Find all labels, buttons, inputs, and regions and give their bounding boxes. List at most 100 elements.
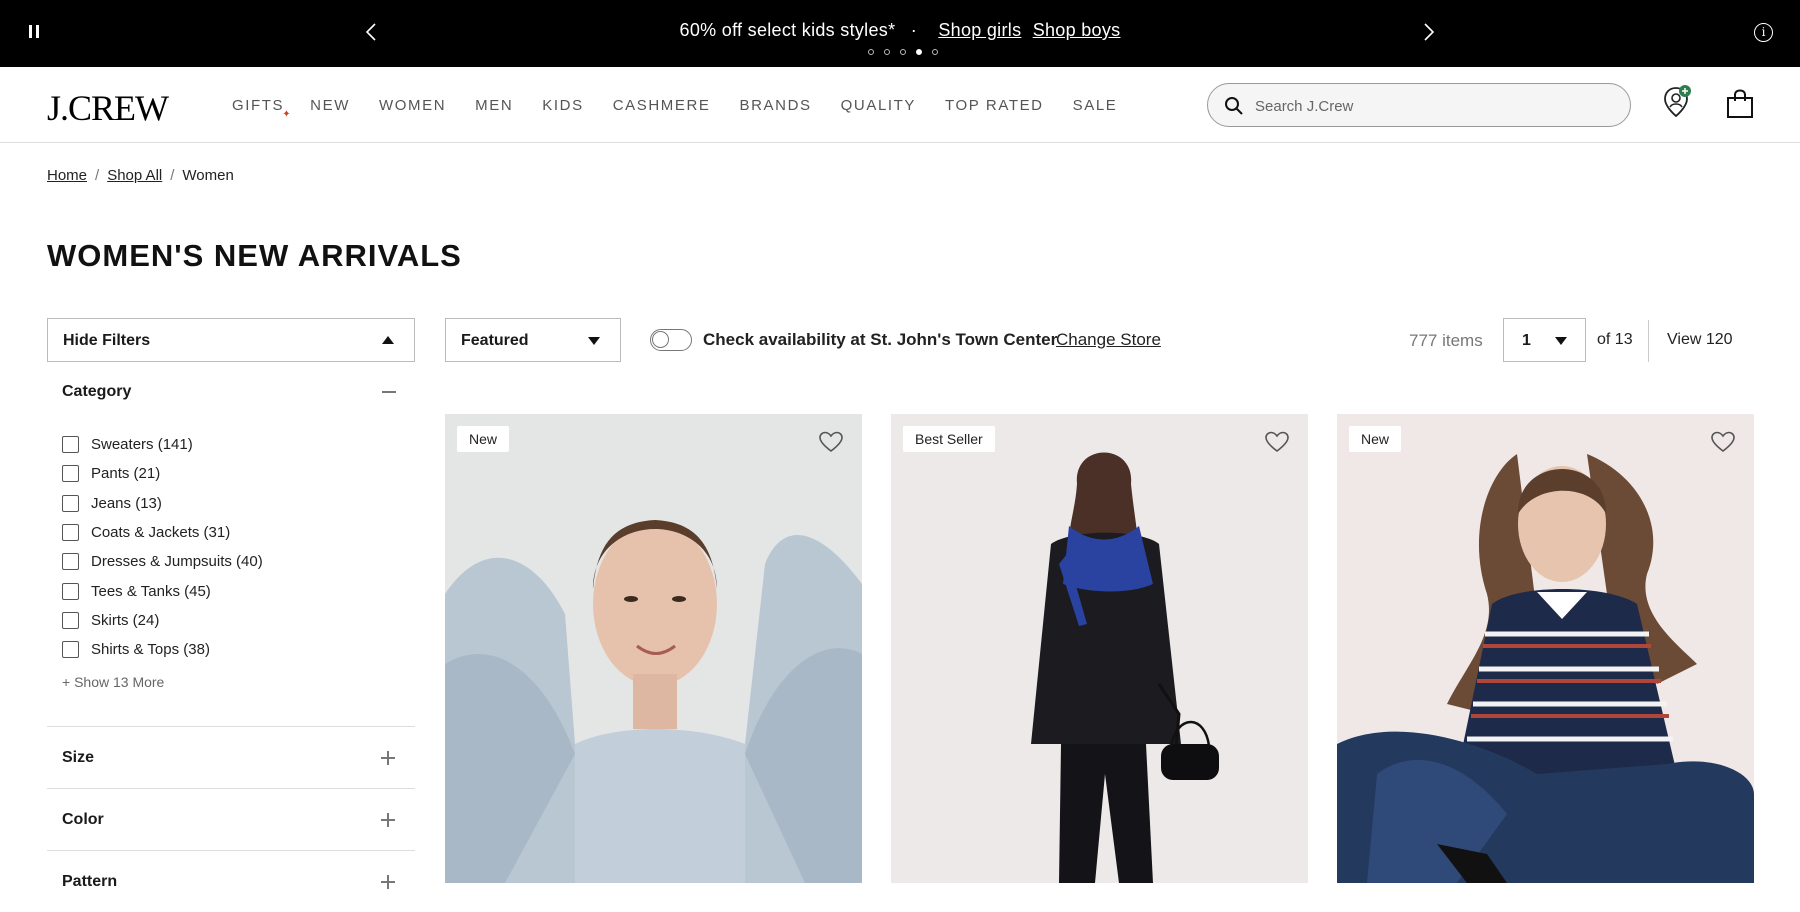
nav-cashmere[interactable]: CASHMERE — [613, 97, 711, 114]
category-option[interactable]: Shirts & Tops (38) — [62, 635, 263, 664]
product-image[interactable] — [1337, 414, 1754, 883]
store-availability-toggle[interactable] — [650, 329, 692, 351]
product-badge: Best Seller — [903, 426, 995, 452]
expand-icon[interactable] — [381, 875, 395, 889]
expand-icon[interactable] — [381, 751, 395, 765]
category-label: Skirts (24) — [91, 611, 160, 629]
category-label: Pants (21) — [91, 465, 161, 483]
divider — [1648, 320, 1649, 362]
product-badge: New — [1349, 426, 1402, 452]
category-label: Shirts & Tops (38) — [91, 641, 210, 659]
product-card[interactable]: Best Seller — [891, 414, 1308, 883]
change-store-link[interactable]: Change Store — [1056, 330, 1161, 350]
collapse-icon[interactable] — [382, 391, 396, 393]
hide-filters-label: Hide Filters — [63, 332, 151, 349]
page-total: of 13 — [1597, 331, 1633, 348]
category-label: Jeans (13) — [91, 494, 162, 512]
shopping-bag-icon[interactable] — [1726, 89, 1754, 119]
product-image[interactable] — [445, 414, 862, 883]
category-option[interactable]: Sweaters (141) — [62, 430, 263, 459]
nav-sale[interactable]: SALE — [1073, 97, 1118, 114]
promo-dot-active[interactable] — [916, 49, 922, 55]
chevron-right-icon[interactable] — [1416, 20, 1440, 44]
facet-label: Size — [62, 749, 95, 766]
checkbox[interactable] — [62, 582, 79, 600]
search-input[interactable] — [1255, 94, 1615, 118]
checkbox[interactable] — [62, 465, 79, 483]
promo-dot[interactable] — [868, 49, 874, 55]
nav-new[interactable]: NEW — [310, 97, 350, 114]
heart-icon[interactable] — [818, 430, 844, 454]
product-image[interactable] — [891, 414, 1308, 883]
category-option[interactable]: Dresses & Jumpsuits (40) — [62, 547, 263, 576]
heart-icon[interactable] — [1264, 430, 1290, 454]
breadcrumb-separator: / — [95, 167, 100, 184]
breadcrumb-shop-all[interactable]: Shop All — [107, 167, 162, 184]
category-title: Category — [62, 383, 132, 400]
promo-message: 60% off select kids styles* · Shop girls… — [0, 20, 1800, 41]
caret-up-icon — [382, 336, 394, 344]
facet-pattern[interactable]: Pattern — [47, 850, 415, 912]
nav-gifts[interactable]: GIFTS ✦ — [232, 97, 291, 120]
promo-dot[interactable] — [900, 49, 906, 55]
nav-kids[interactable]: KIDS — [542, 97, 583, 114]
breadcrumb: Home / Shop All / Women — [47, 167, 234, 184]
product-card[interactable]: New — [1337, 414, 1754, 883]
sparkle-icon: ✦ — [282, 109, 293, 120]
expand-icon[interactable] — [381, 813, 395, 827]
logo[interactable]: J.CREW — [47, 87, 169, 129]
facet-color[interactable]: Color — [47, 788, 415, 850]
info-icon[interactable]: i — [1754, 23, 1773, 42]
category-label: Sweaters (141) — [91, 436, 193, 454]
category-option[interactable]: Tees & Tanks (45) — [62, 576, 263, 605]
caret-down-icon — [588, 337, 600, 345]
hide-filters-button[interactable]: Hide Filters — [47, 318, 415, 362]
category-label: Tees & Tanks (45) — [91, 582, 211, 600]
product-badge: New — [457, 426, 510, 452]
availability-label: Check availability at St. John's Town Ce… — [703, 330, 1058, 349]
heart-icon[interactable] — [1710, 430, 1736, 454]
breadcrumb-home[interactable]: Home — [47, 167, 87, 184]
checkbox[interactable] — [62, 494, 79, 512]
nav-quality[interactable]: QUALITY — [841, 97, 916, 114]
category-option[interactable]: Pants (21) — [62, 459, 263, 488]
shop-girls-link[interactable]: Shop girls — [938, 20, 1021, 40]
category-label: Coats & Jackets (31) — [91, 524, 231, 542]
view-120-link[interactable]: View 120 — [1667, 331, 1733, 349]
promo-text: 60% off select kids styles* — [679, 20, 896, 40]
breadcrumb-separator: / — [170, 167, 175, 184]
checkbox[interactable] — [62, 641, 79, 659]
search-box — [1207, 83, 1631, 127]
category-option[interactable]: Jeans (13) — [62, 489, 263, 518]
product-card[interactable]: New — [445, 414, 862, 883]
search-icon[interactable] — [1224, 96, 1244, 116]
category-list: Sweaters (141) Pants (21) Jeans (13) Coa… — [62, 430, 263, 664]
caret-down-icon — [1555, 337, 1567, 345]
nav-brands[interactable]: BRANDS — [740, 97, 812, 114]
page-select[interactable]: 1 — [1503, 318, 1586, 362]
facet-label: Color — [62, 811, 104, 828]
account-icon[interactable] — [1661, 84, 1691, 120]
category-facet-header[interactable]: Category — [62, 383, 396, 401]
promo-dot[interactable] — [884, 49, 890, 55]
category-option[interactable]: Coats & Jackets (31) — [62, 518, 263, 547]
shop-boys-link[interactable]: Shop boys — [1033, 20, 1121, 40]
facet-size[interactable]: Size — [47, 726, 415, 788]
toggle-knob — [652, 331, 669, 348]
promo-bar: 60% off select kids styles* · Shop girls… — [0, 0, 1800, 67]
checkbox[interactable] — [62, 611, 79, 629]
category-option[interactable]: Skirts (24) — [62, 606, 263, 635]
sort-value: Featured — [461, 332, 529, 349]
promo-dot[interactable] — [932, 49, 938, 55]
nav-top-rated[interactable]: TOP RATED — [945, 97, 1044, 114]
breadcrumb-current: Women — [182, 167, 234, 184]
show-more-link[interactable]: + Show 13 More — [62, 674, 164, 690]
nav-gifts-label: GIFTS — [232, 97, 285, 114]
nav-women[interactable]: WOMEN — [379, 97, 446, 114]
sort-dropdown[interactable]: Featured — [445, 318, 621, 362]
checkbox[interactable] — [62, 436, 79, 454]
site-header: J.CREW GIFTS ✦ NEW WOMEN MEN KIDS CASHMER… — [0, 67, 1800, 143]
nav-men[interactable]: MEN — [475, 97, 513, 114]
checkbox[interactable] — [62, 553, 79, 571]
checkbox[interactable] — [62, 524, 79, 542]
